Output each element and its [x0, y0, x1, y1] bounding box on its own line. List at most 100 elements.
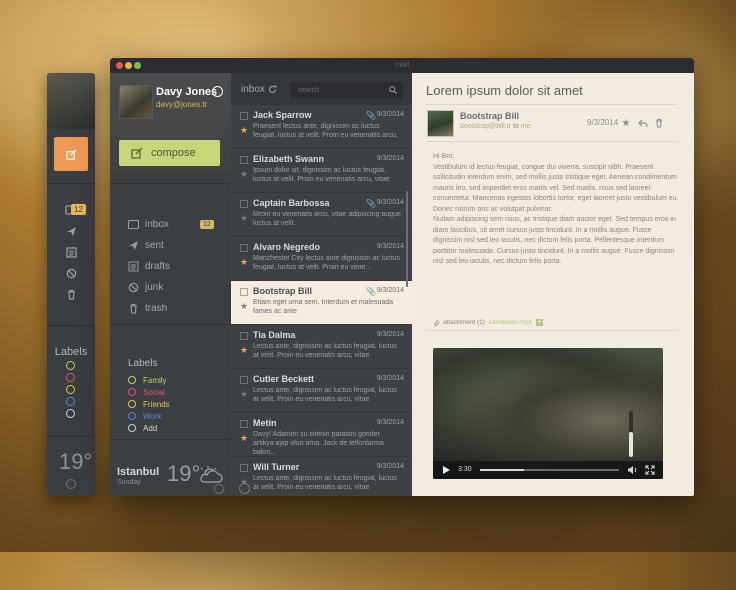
compose-button[interactable]: compose	[119, 140, 220, 166]
sender-name[interactable]: Bootstrap Bill	[460, 111, 519, 121]
message-sender: Cutler Beckett	[253, 374, 315, 384]
body-paragraph: Nullam adipiscing sem risus, ac tristiqu…	[433, 216, 676, 265]
inbox-badge: 12	[71, 204, 86, 215]
star-icon[interactable]: ★	[240, 257, 248, 268]
label-friends[interactable]: Friends	[128, 398, 170, 410]
fullscreen-icon[interactable]	[645, 465, 655, 475]
settings-icon[interactable]	[214, 484, 224, 494]
drafts-icon[interactable]	[65, 246, 77, 258]
star-icon[interactable]: ★	[240, 389, 248, 400]
select-checkbox[interactable]	[240, 112, 248, 120]
select-checkbox[interactable]	[240, 420, 248, 428]
star-icon[interactable]: ★	[240, 301, 248, 312]
titlebar: mail	[110, 58, 694, 73]
send-icon[interactable]	[65, 225, 77, 237]
message-sender: Alvaro Negredo	[253, 242, 321, 252]
star-icon[interactable]: ★	[240, 345, 248, 356]
video-seekbar[interactable]	[480, 469, 619, 471]
message-sender: Metin	[253, 418, 277, 428]
label-name: Friends	[143, 399, 170, 409]
compose-button[interactable]	[54, 137, 88, 171]
avatar[interactable]	[47, 73, 95, 129]
search-box[interactable]	[290, 82, 403, 98]
select-checkbox[interactable]	[240, 288, 248, 296]
label-dot-social[interactable]	[66, 373, 75, 382]
select-checkbox[interactable]	[240, 464, 248, 472]
label-dot-add[interactable]	[66, 409, 75, 418]
label-work[interactable]: Work	[128, 410, 162, 422]
star-icon[interactable]: ★	[240, 213, 248, 224]
settings-icon[interactable]	[66, 479, 76, 489]
nav-drafts[interactable]: drafts	[128, 259, 170, 273]
volume-slider[interactable]	[629, 411, 633, 457]
select-checkbox[interactable]	[240, 200, 248, 208]
window-title: mail	[394, 60, 410, 69]
message-snippet: Lectus ante, dignissim ac luctus feugiat…	[253, 343, 397, 359]
search-input[interactable]	[298, 82, 386, 98]
select-checkbox[interactable]	[240, 376, 248, 384]
star-icon[interactable]: ★	[620, 117, 632, 129]
volume-icon[interactable]	[627, 465, 638, 475]
label-add[interactable]: Add	[128, 422, 157, 434]
scrollbar[interactable]	[406, 191, 408, 287]
play-icon[interactable]	[442, 465, 451, 475]
video-time: 3:30	[458, 466, 472, 473]
temperature: 19°	[59, 449, 93, 474]
trash-icon[interactable]	[653, 117, 665, 129]
attachment-file[interactable]: caribbean.mp4	[489, 319, 532, 326]
list-item[interactable]: ★ Alvaro Negredo 9/3/2014 Manchester City l…	[231, 237, 412, 281]
to-word: to	[513, 123, 519, 130]
sender-avatar[interactable]	[427, 110, 454, 137]
download-icon[interactable]: +	[535, 318, 543, 326]
recipient[interactable]: me	[521, 123, 531, 130]
label-dot-friends[interactable]	[66, 385, 75, 394]
sender-address: bootstrap@bill.tr to me	[460, 123, 531, 130]
message-snippet: Mroin eu venenatis arcu, vitae adipiscin…	[253, 211, 401, 227]
list-item[interactable]: ★ Tia Dalma 9/3/2014 Lectus ante, dignissim…	[231, 325, 412, 369]
nav-sent[interactable]: sent	[128, 238, 164, 252]
nav-junk[interactable]: junk	[128, 280, 163, 294]
star-icon[interactable]: ★	[240, 433, 248, 444]
select-checkbox[interactable]	[240, 156, 248, 164]
reply-icon[interactable]	[637, 117, 649, 129]
select-checkbox[interactable]	[240, 332, 248, 340]
profile-card: Davy Jones davy@jones.tr compose	[110, 73, 231, 183]
label-color-dot	[128, 388, 136, 396]
nav-inbox[interactable]: inbox	[128, 217, 169, 231]
message-date: 9/3/2014	[376, 287, 404, 294]
settings-icon[interactable]	[239, 483, 250, 494]
select-checkbox[interactable]	[240, 244, 248, 252]
nav-trash[interactable]: trash	[128, 301, 167, 315]
refresh-icon[interactable]	[268, 85, 277, 94]
list-item[interactable]: ★ Jack Sparrow 📎 9/3/2014 Praesent lectus an…	[231, 105, 412, 149]
star-icon[interactable]: ★	[240, 125, 248, 136]
sender-email[interactable]: bootstrap@bill.tr	[460, 123, 511, 130]
trash-icon	[130, 303, 137, 314]
trash-icon[interactable]	[65, 288, 77, 300]
label-name: Work	[143, 411, 162, 421]
message-snippet: Lectus ante, dignissim ac luctus feugiat…	[253, 475, 397, 491]
star-icon[interactable]: ★	[240, 169, 248, 180]
list-item[interactable]: ★ Metin 9/3/2014 Davy! Adamim su sitenin pa…	[231, 413, 412, 457]
junk-icon	[128, 282, 139, 292]
list-item[interactable]: ★ Bootstrap Bill 📎 9/3/2014 Etiam eget urna …	[231, 281, 412, 325]
label-social[interactable]: Social	[128, 386, 165, 398]
inbox-badge: 12	[200, 220, 214, 229]
message-sender: Elizabeth Swann	[253, 154, 325, 164]
message-snippet: Praesent lectus ante, dignissim ac luctu…	[253, 123, 398, 139]
message-sender: Jack Sparrow	[253, 110, 312, 120]
label-dot-work[interactable]	[66, 397, 75, 406]
junk-icon[interactable]	[65, 267, 77, 279]
video-player[interactable]: 3:30	[433, 348, 663, 479]
avatar[interactable]	[119, 85, 153, 119]
profile-menu-icon[interactable]	[212, 86, 223, 97]
list-header: inbox	[231, 73, 412, 105]
list-item[interactable]: ★ Elizabeth Swann 9/3/2014 Ipsum dolor sit,…	[231, 149, 412, 193]
list-item[interactable]: ★ Will Turner 9/3/2014 Lectus ante, digniss…	[231, 457, 412, 496]
search-icon[interactable]	[389, 86, 397, 94]
list-item[interactable]: ★ Captain Barbossa 📎 9/3/2014 Mroin eu venen…	[231, 193, 412, 237]
message-snippet: Ipsum dolor sit, dignissim ac luctus feu…	[253, 167, 390, 183]
label-dot-family[interactable]	[66, 361, 75, 370]
list-item[interactable]: ★ Cutler Beckett 9/3/2014 Lectus ante, dign…	[231, 369, 412, 413]
label-family[interactable]: Family	[128, 374, 167, 386]
